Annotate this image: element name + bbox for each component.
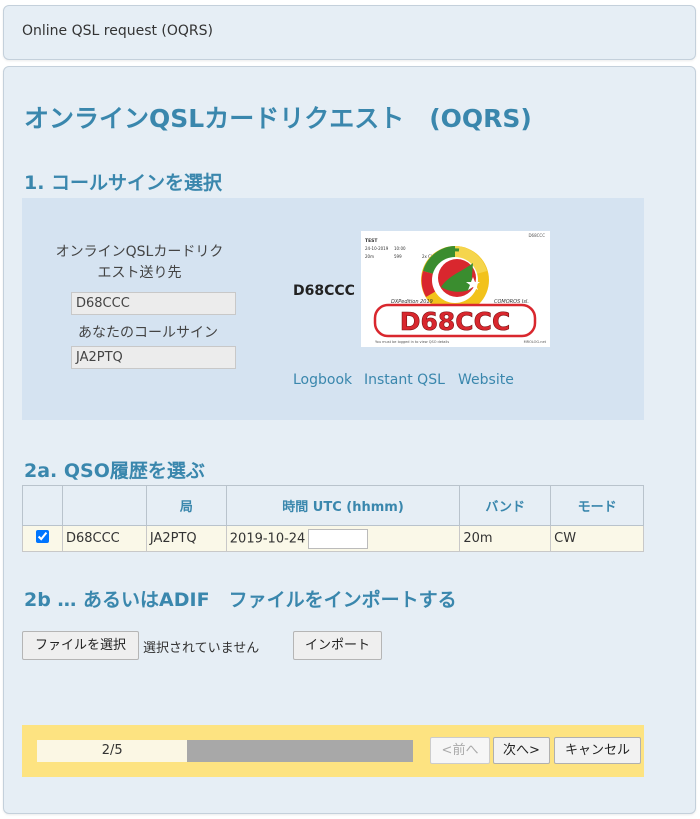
next-button[interactable]: 次へ> (493, 737, 550, 764)
header-panel: Online QSL request (OQRS) (3, 5, 696, 60)
row-select-cell (22, 525, 63, 552)
step2b-heading: 2b … あるいはADIF ファイルをインポートする (24, 589, 457, 611)
progress-bar: 2/5 (37, 740, 413, 762)
mode-cell: CW (550, 525, 644, 552)
qsl-card-image: D68CCC TEST 24-10-2019 10:00 20m 599 2x … (361, 231, 550, 347)
your-callsign-label: あなたのコールサイン (78, 325, 218, 341)
qso-date: 2019-10-24 (229, 531, 306, 546)
dx-callsign: D68CCC (293, 283, 355, 299)
import-button[interactable]: インポート (293, 631, 382, 660)
table-row[interactable]: D68CCC JA2PTQ 2019-10-24 20m CW (22, 525, 644, 552)
svg-text:599: 599 (394, 254, 402, 259)
svg-text:10:00: 10:00 (394, 246, 406, 251)
band-cell: 20m (459, 525, 552, 552)
col-header-band: バンド (459, 485, 552, 526)
cancel-button[interactable]: キャンセル (554, 737, 641, 764)
card-big-call: D68CCC (400, 307, 511, 336)
qso-select-checkbox[interactable] (35, 530, 49, 543)
oqrs-panel: オンラインQSLカードリクエスト (OQRS) 1. コールサインを選択 オンラ… (3, 66, 696, 814)
time-cell: 2019-10-24 (225, 525, 461, 552)
col-header-time: 時間 UTC (hhmm) (225, 485, 461, 526)
svg-text:MROLOG.net: MROLOG.net (524, 340, 547, 344)
your-callsign-field[interactable]: JA2PTQ (71, 346, 236, 369)
page-title: オンラインQSLカードリクエスト (OQRS) (24, 104, 532, 133)
col-header-station: 局 (145, 485, 227, 526)
utc-time-input[interactable] (308, 528, 369, 549)
logbook-link[interactable]: Logbook (293, 372, 352, 388)
step2a-heading: 2a. QSO履歴を選ぶ (24, 460, 205, 482)
request-to-field[interactable]: D68CCC (71, 292, 236, 315)
step1-heading: 1. コールサインを選択 (24, 172, 223, 194)
card-corner-call: D68CCC (528, 233, 545, 238)
progress-label: 2/5 (101, 743, 123, 758)
dx-call-cell: D68CCC (61, 525, 147, 552)
callsign-section: オンラインQSLカードリクエスト送り先 D68CCC あなたのコールサイン JA… (22, 198, 644, 420)
instant-qsl-link[interactable]: Instant QSL (364, 372, 445, 388)
request-to-label: オンラインQSLカードリクエスト送り先 (55, 244, 224, 281)
svg-text:24-10-2019: 24-10-2019 (365, 246, 389, 251)
qso-table-header: 局 時間 UTC (hhmm) バンド モード (22, 485, 644, 526)
prev-button[interactable]: <前へ (430, 737, 490, 764)
choose-file-button[interactable]: ファイルを選択 (22, 631, 139, 660)
svg-text:You must be logged in to view: You must be logged in to view QSO detail… (375, 340, 449, 344)
card-test-label: TEST (365, 238, 378, 244)
col-header-select (22, 485, 63, 526)
header-title: Online QSL request (OQRS) (22, 23, 214, 39)
wizard-bar: 2/5 <前へ 次へ> キャンセル (22, 725, 644, 777)
qso-table: 局 時間 UTC (hhmm) バンド モード D68CCC JA2PTQ 20… (22, 485, 644, 552)
col-header-mode: モード (550, 485, 644, 526)
col-header-dx (61, 485, 147, 526)
svg-text:20m: 20m (365, 254, 374, 259)
no-file-text: 選択されていません (143, 641, 260, 656)
website-link[interactable]: Website (458, 372, 514, 388)
station-cell: JA2PTQ (145, 525, 227, 552)
